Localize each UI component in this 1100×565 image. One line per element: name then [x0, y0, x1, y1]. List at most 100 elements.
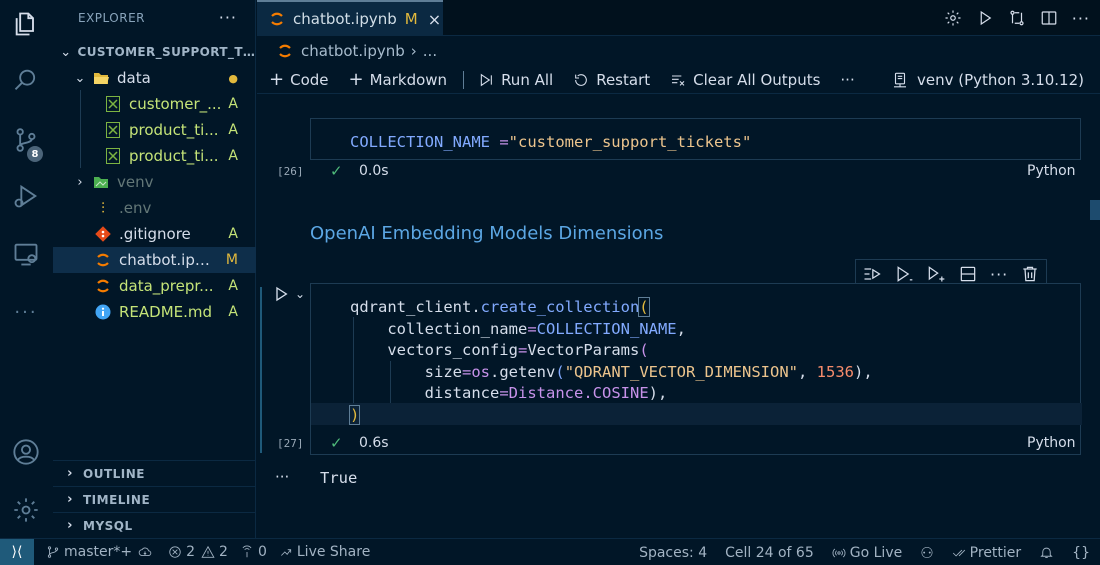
code-token: Distance — [508, 384, 584, 402]
code-cell-26[interactable]: COLLECTION_NAME ="customer_support_ticke… — [310, 118, 1081, 160]
kernel-icon — [894, 72, 907, 87]
more-views-icon[interactable]: ··· — [0, 288, 52, 336]
clear-all-icon — [672, 74, 685, 86]
file-product-2[interactable]: product_ti... A — [53, 143, 256, 169]
file-label: .env — [119, 199, 152, 217]
restart-icon — [575, 73, 588, 86]
bell-icon[interactable] — [1039, 545, 1054, 560]
problems-status[interactable]: 2 2 — [168, 544, 228, 560]
button-label: Markdown — [369, 70, 448, 89]
file-chatbot[interactable]: chatbot.ipy... M — [53, 247, 256, 273]
remote-indicator-icon[interactable]: ⟩⟨ — [0, 538, 34, 565]
breadcrumb-more[interactable]: ... — [423, 42, 437, 60]
indentation-status[interactable]: Spaces: 4 — [639, 545, 707, 561]
code-block[interactable]: qdrant_client.create_collection( collect… — [348, 297, 873, 426]
clear-outputs-button[interactable]: Clear All Outputs — [670, 71, 820, 89]
remote-explorer-icon[interactable] — [0, 230, 52, 278]
more-actions-icon[interactable]: ··· — [990, 265, 1008, 284]
code-token: = — [499, 384, 509, 402]
scrollbar-thumb[interactable] — [1090, 200, 1100, 220]
file-label: product_ti... — [129, 121, 219, 139]
source-control-icon[interactable]: 8 — [0, 116, 52, 164]
add-code-button[interactable]: + Code — [269, 69, 329, 90]
file-product-1[interactable]: product_ti... A — [53, 117, 256, 143]
prettier-button[interactable]: Prettier — [952, 545, 1021, 561]
code-token: VectorParams — [527, 341, 640, 359]
more-actions-icon[interactable]: ··· — [1072, 9, 1090, 28]
section-label: MYSQL — [83, 518, 133, 533]
split-cell-icon[interactable] — [958, 264, 978, 284]
split-editor-icon[interactable] — [1040, 9, 1058, 27]
more-icon: ··· — [840, 70, 855, 89]
file-label: venv — [117, 173, 154, 191]
jupyter-icon — [95, 278, 111, 294]
add-markdown-button[interactable]: + Markdown — [349, 69, 448, 90]
go-live-button[interactable]: Go Live — [832, 545, 902, 561]
ports-status[interactable]: 0 — [240, 544, 267, 560]
folder-venv[interactable]: › venv — [53, 169, 256, 195]
code-token: = — [489, 133, 509, 151]
activity-bar: 8 ··· — [0, 0, 52, 538]
live-share-button[interactable]: Live Share — [279, 544, 370, 560]
code-token: = — [517, 341, 528, 359]
success-check-icon: ✓ — [330, 162, 343, 180]
search-icon[interactable] — [0, 56, 52, 104]
file-data-prep[interactable]: data_prepr... A — [53, 273, 256, 299]
braces-icon[interactable]: {} — [1072, 545, 1090, 561]
mysql-section[interactable]: › MYSQL — [53, 512, 256, 538]
timeline-section[interactable]: › TIMELINE — [53, 486, 256, 512]
project-folder[interactable]: ⌄ CUSTOMER_SUPPORT_TI... — [53, 39, 256, 65]
code-line[interactable]: COLLECTION_NAME ="customer_support_ticke… — [350, 132, 751, 154]
spreadsheet-icon — [105, 122, 121, 138]
code-token: COLLECTION_NAME — [350, 133, 490, 151]
toolbar-more-button[interactable]: ··· — [840, 71, 854, 89]
compare-changes-icon[interactable] — [1008, 9, 1026, 27]
code-token: ), — [853, 362, 873, 381]
outline-section[interactable]: › OUTLINE — [53, 460, 256, 486]
file-readme[interactable]: README.md A — [53, 299, 256, 325]
breadcrumb-file[interactable]: chatbot.ipynb — [301, 42, 405, 60]
code-cell-27[interactable]: qdrant_client.create_collection( collect… — [310, 283, 1082, 455]
folder-data[interactable]: ⌄ data ● — [53, 65, 256, 91]
delete-trash-icon[interactable] — [1020, 264, 1040, 284]
markdown-heading[interactable]: OpenAI Embedding Models Dimensions — [310, 223, 663, 244]
explorer-icon[interactable] — [0, 0, 52, 48]
chevron-down-icon[interactable]: ⌄ — [295, 287, 305, 301]
kernel-picker[interactable]: venv (Python 3.10.12) — [891, 71, 1084, 89]
restart-button[interactable]: Restart — [573, 71, 650, 89]
execute-below-icon[interactable] — [894, 264, 914, 284]
file-gitignore[interactable]: .gitignore A — [53, 221, 256, 247]
button-label: Code — [290, 70, 329, 89]
status-bar: ⟩⟨ master*+ 2 2 0 Live Share Spaces: 4 C… — [0, 538, 1100, 565]
code-token: collection_name — [387, 319, 528, 338]
run-cell-icon[interactable] — [273, 286, 289, 302]
account-icon[interactable] — [0, 428, 52, 476]
close-icon[interactable]: × — [428, 10, 441, 29]
tab-chatbot[interactable]: chatbot.ipynb M × — [257, 0, 443, 36]
copilot-icon[interactable]: ⚇ — [920, 544, 933, 562]
file-customer[interactable]: customer_... A — [53, 91, 256, 117]
git-status: A — [228, 96, 238, 112]
cell-language[interactable]: Python — [1027, 435, 1076, 451]
execute-and-below-icon[interactable] — [926, 264, 946, 284]
success-check-icon: ✓ — [330, 434, 343, 452]
output-more-icon[interactable]: ··· — [275, 468, 289, 486]
settings-gear-icon[interactable] — [944, 9, 962, 27]
run-all-button[interactable]: Run All — [478, 71, 553, 89]
file-env[interactable]: ⫶ .env — [53, 195, 256, 221]
section-label: TIMELINE — [83, 492, 151, 507]
focus-indicator — [260, 287, 262, 453]
code-token: ( — [639, 341, 649, 359]
tab-bar: chatbot.ipynb M × ··· — [257, 0, 1100, 36]
cell-language[interactable]: Python — [1027, 163, 1076, 179]
settings-gear-icon[interactable] — [0, 486, 52, 534]
code-token: = — [461, 362, 472, 381]
branch-status[interactable]: master*+ — [46, 544, 156, 560]
file-label: .gitignore — [119, 225, 191, 243]
execute-above-icon[interactable] — [862, 264, 882, 284]
explorer-more-icon[interactable]: ··· — [219, 8, 237, 27]
run-icon[interactable] — [976, 9, 994, 27]
cell-position-status[interactable]: Cell 24 of 65 — [725, 545, 814, 561]
git-status: A — [228, 148, 238, 164]
run-debug-icon[interactable] — [0, 172, 52, 220]
